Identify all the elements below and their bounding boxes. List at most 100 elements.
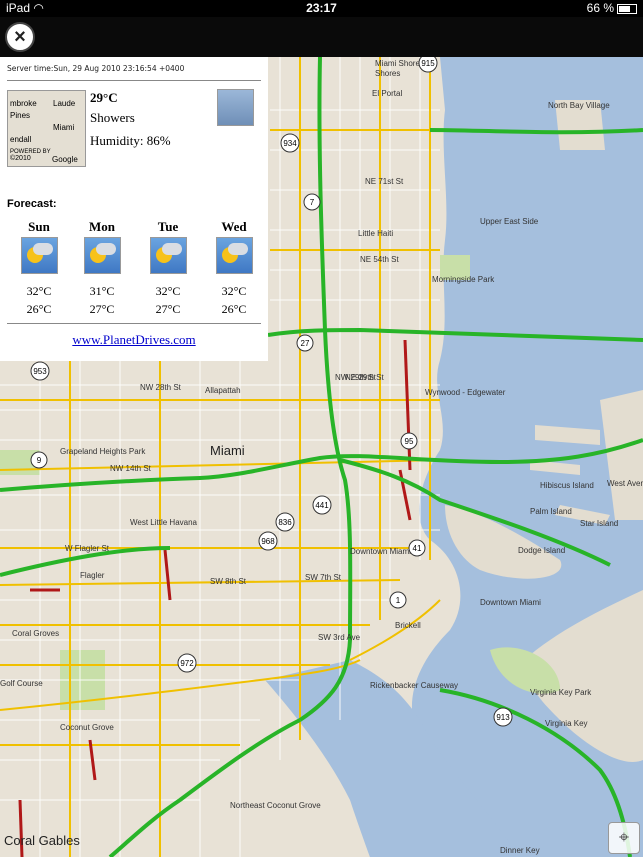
current-condition: Showers [90,110,135,125]
label-brickell: Brickell [395,621,421,630]
forecast-low: 27°C [89,302,115,316]
sun-rain-icon [83,237,121,274]
svg-text:95: 95 [405,437,414,446]
forecast-low: 26°C [221,302,247,316]
label-flagler: Flagler [80,571,105,580]
svg-text:836: 836 [278,518,292,527]
clock: 23:17 [306,1,337,15]
label-nw-28th-st: NW 28th St [140,383,182,392]
shield-95: 95 [400,432,418,450]
svg-text:968: 968 [261,537,275,546]
svg-text:441: 441 [315,501,329,510]
label-palm-island: Palm Island [530,507,572,516]
shield-934: 934 [280,133,300,153]
mini-map-label: Laude [53,99,76,108]
forecast-day: Tue 32°C 27°C [138,219,198,318]
label-wynwood: Wynwood - Edgewater [425,388,506,397]
sun-rain-icon [215,237,253,274]
battery-indicator: 66 % [587,1,637,15]
label-coral-groves: Coral Groves [12,629,59,638]
forecast-high: 31°C [89,284,115,298]
label-upper-east-side: Upper East Side [480,217,539,226]
label-downtown-miami: Downtown Miami [350,547,411,556]
svg-text:41: 41 [413,544,422,553]
forecast-day: Mon 31°C 27°C [72,219,132,318]
shield-836: 836 [275,512,295,532]
shield-972: 972 [177,653,197,673]
label-dodge-island: Dodge Island [518,546,565,555]
shield-913: 913 [493,707,513,727]
weather-panel: Server time:Sun, 29 Aug 2010 23:16:54 +0… [0,57,268,361]
shield-1: 1 [389,591,407,609]
label-nw-14th-st: NW 14th St [110,464,152,473]
svg-text:9: 9 [37,456,42,465]
label-virginia-key: Virginia Key [545,719,588,728]
label-el-portal: El Portal [372,89,402,98]
svg-text:1: 1 [396,596,401,605]
mini-map-label: Pines [10,111,31,120]
label-ne-29th-st: NE 29th St [345,373,384,382]
shield-9: 9 [30,451,48,469]
label-star-island: Star Island [580,519,618,528]
label-virginia-key-park: Virginia Key Park [530,688,592,697]
label-miami-shores: Miami Shores [375,59,424,68]
label-sw-3rd-ave: SW 3rd Ave [318,633,361,642]
shield-7: 7 [303,193,321,211]
thunderstorm-icon [217,89,254,126]
forecast-day-name: Sun [28,219,50,234]
shield-968: 968 [258,531,278,551]
crosshair-icon: ⌖ [618,827,630,847]
label-little-haiti: Little Haiti [358,229,393,238]
svg-text:913: 913 [496,713,510,722]
label-coconut-grove: Coconut Grove [60,723,114,732]
shield-27: 27 [296,334,314,352]
forecast-day-name: Mon [89,219,115,234]
shield-915: 915 [418,57,438,73]
mini-map-label: Miami [53,123,75,132]
forecast-high: 32°C [221,284,247,298]
forecast-low: 27°C [155,302,181,316]
label-north-bay-village: North Bay Village [548,101,610,110]
forecast-day-name: Tue [157,219,179,234]
planetdrives-link[interactable]: www.PlanetDrives.com [0,332,268,348]
forecast-high: 32°C [26,284,52,298]
forecast-low: 26°C [26,302,52,316]
label-sw-7th-st: SW 7th St [305,573,342,582]
mini-map-label: endall [10,135,32,144]
google-logo: Google [52,155,78,164]
label-west-little-havana: West Little Havana [130,518,198,527]
mini-map[interactable]: mbroke Laude Pines Miami endall POWERED … [7,90,86,167]
svg-text:953: 953 [33,367,47,376]
label-coral-gables: Coral Gables [4,833,80,848]
current-temp: 29°C [90,90,118,105]
label-miami-shores-2: Shores [375,69,400,78]
divider [7,80,261,81]
label-downtown-miami-2: Downtown Miami [480,598,541,607]
label-grapeland: Grapeland Heights Park [60,447,146,456]
server-time: Server time:Sun, 29 Aug 2010 23:16:54 +0… [7,64,185,73]
status-bar: iPad ◠ 23:17 66 % [0,0,643,17]
forecast-day: Wed 32°C 26°C [204,219,264,318]
forecast-label: Forecast: [7,198,57,210]
svg-text:934: 934 [283,139,297,148]
label-rickenbacker: Rickenbacker Causeway [370,681,458,690]
current-humidity: Humidity: 86% [90,133,171,148]
battery-icon [617,3,637,14]
toolbar: × [0,17,643,57]
forecast-day-name: Wed [221,219,247,234]
divider [7,323,261,324]
locate-me-button[interactable]: ⌖ [608,822,640,854]
mini-map-label: mbroke [10,99,37,108]
label-allapattah: Allapattah [205,386,241,395]
svg-text:915: 915 [421,59,435,68]
svg-text:7: 7 [310,198,315,207]
sun-rain-icon [149,237,187,274]
shield-441: 441 [312,495,332,515]
label-ne-coconut-grove: Northeast Coconut Grove [230,801,321,810]
label-miami: Miami [210,443,245,458]
svg-text:972: 972 [180,659,194,668]
label-morningside-park: Morningside Park [432,275,495,284]
mini-map-label: ©2010 [10,155,31,162]
close-button[interactable]: × [5,22,35,52]
forecast-day: Sun 32°C 26°C [9,219,69,318]
